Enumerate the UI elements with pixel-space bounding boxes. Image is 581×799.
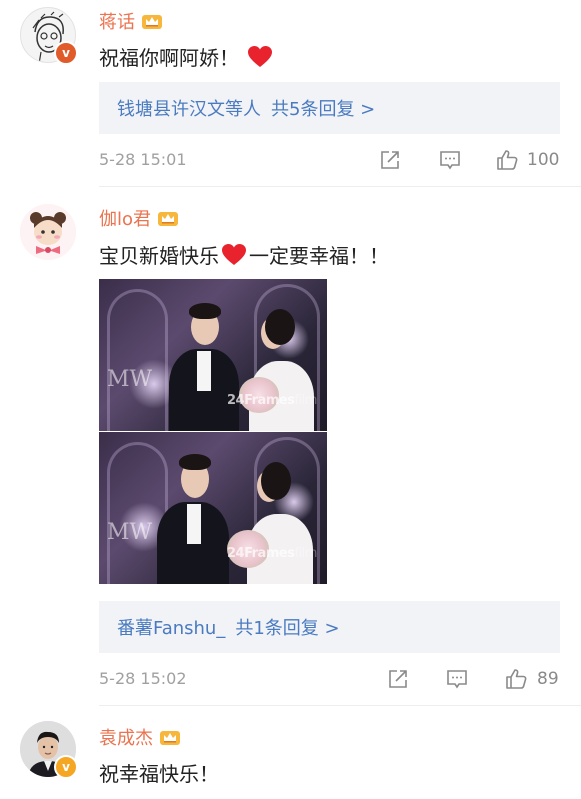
- reply-names[interactable]: 番薯Fanshu_: [117, 614, 225, 640]
- heart-emoji-icon: [248, 45, 272, 67]
- like-icon[interactable]: [504, 667, 528, 691]
- reply-names[interactable]: 钱塘县许汉文等人: [117, 95, 261, 121]
- girl-avatar-icon: [20, 204, 76, 260]
- username[interactable]: 伽lo君: [99, 205, 179, 231]
- comment-meta: 5-28 15:01 100: [99, 148, 561, 174]
- avatar[interactable]: v: [20, 7, 78, 65]
- wedding-photo[interactable]: MW 24Framesfilm: [99, 279, 327, 431]
- heart-emoji-icon: [222, 243, 246, 265]
- username[interactable]: 袁成杰: [99, 724, 181, 750]
- crown-badge-icon: [160, 731, 180, 745]
- reply-summary[interactable]: 钱塘县许汉文等人 共5条回复 >: [99, 82, 560, 134]
- reply-count-link[interactable]: 共5条回复 >: [271, 95, 375, 121]
- monogram-watermark: MW: [107, 367, 153, 392]
- divider: [99, 705, 581, 706]
- avatar[interactable]: v: [20, 721, 78, 779]
- comment-text: 祝幸福快乐！: [99, 762, 219, 786]
- like-count: 89: [537, 669, 559, 689]
- comment-meta: 5-28 15:02 89: [99, 667, 561, 693]
- like-count: 100: [527, 150, 560, 170]
- divider: [99, 186, 581, 187]
- share-icon[interactable]: [386, 667, 410, 691]
- crown-badge-icon: [142, 15, 162, 29]
- monogram-watermark: MW: [107, 520, 153, 545]
- reply-count-link[interactable]: 共1条回复 >: [235, 614, 339, 640]
- comment-icon[interactable]: [445, 667, 469, 691]
- reply-summary[interactable]: 番薯Fanshu_ 共1条回复 >: [99, 601, 560, 653]
- photo-watermark: 24Framesfilm: [227, 546, 317, 561]
- like-icon[interactable]: [495, 148, 519, 172]
- comment-text: 宝贝新婚快乐 一定要幸福！！: [99, 243, 389, 268]
- timestamp: 5-28 15:01: [99, 150, 187, 169]
- verified-v-badge-icon: v: [54, 755, 78, 779]
- wedding-photo[interactable]: MW 24Framesfilm: [99, 432, 327, 584]
- crown-badge-icon: [158, 212, 179, 226]
- share-icon[interactable]: [378, 148, 402, 172]
- verified-v-badge-icon: v: [54, 41, 78, 65]
- comment-text: 祝福你啊阿娇！: [99, 42, 275, 71]
- photo-watermark: 24Framesfilm: [227, 393, 317, 408]
- username[interactable]: 蒋话: [99, 8, 163, 34]
- avatar[interactable]: [20, 204, 76, 260]
- timestamp: 5-28 15:02: [99, 669, 187, 688]
- comment-icon[interactable]: [438, 148, 462, 172]
